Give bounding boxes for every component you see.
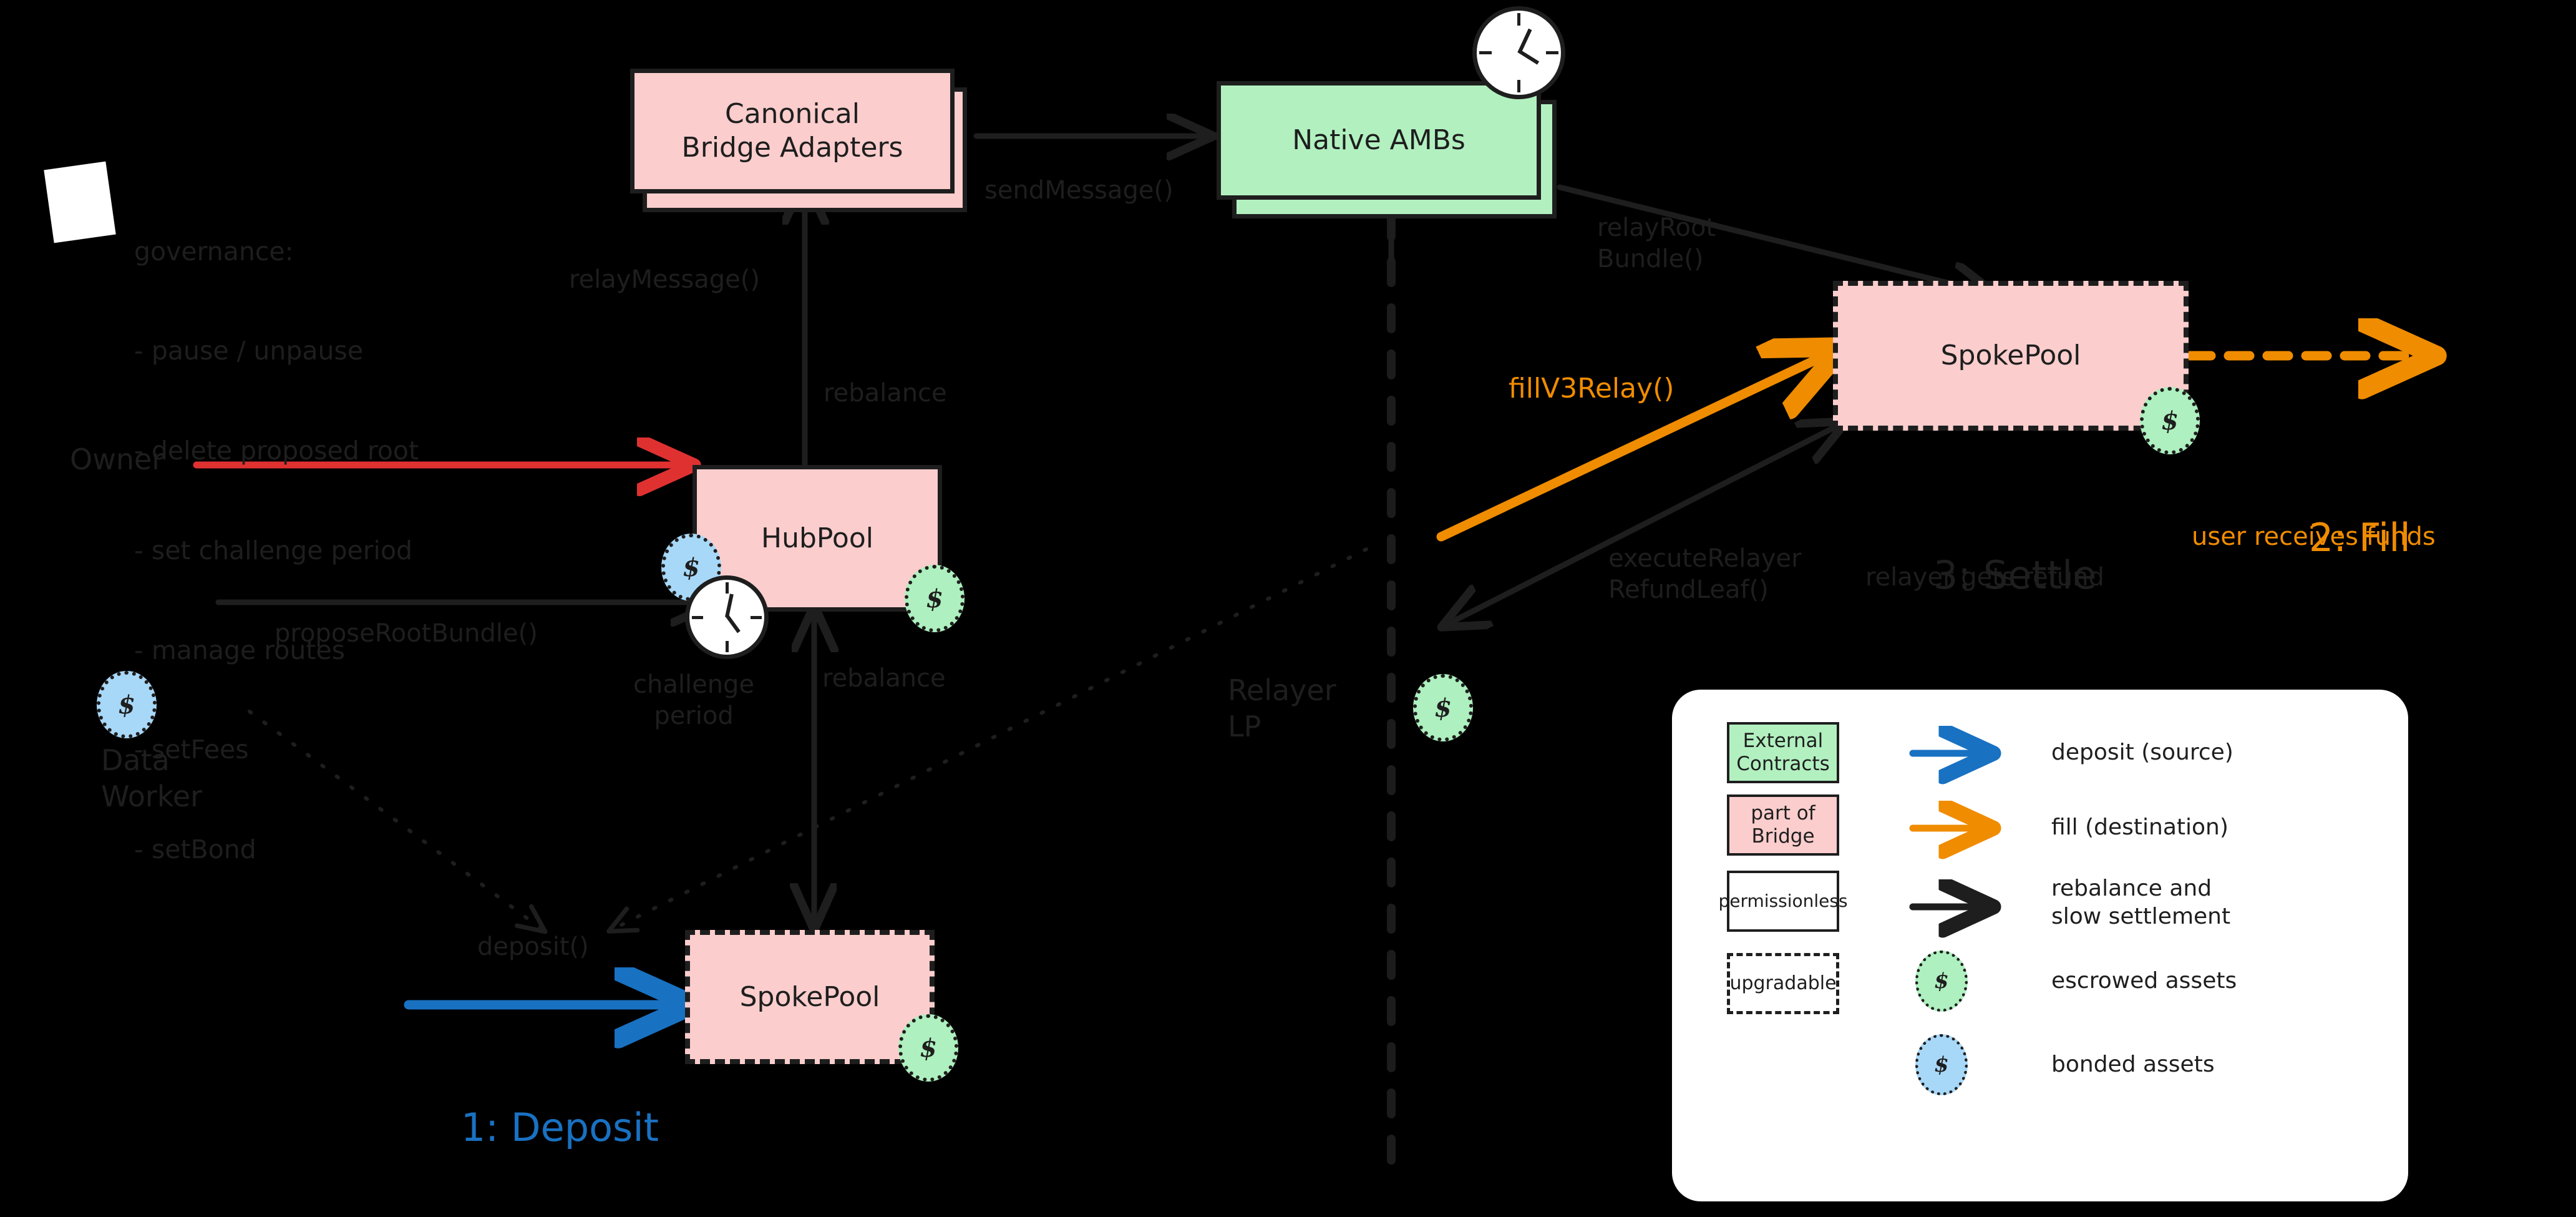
legend-swatch-upgradable-label: upgradable — [1729, 972, 1837, 994]
clock-icon-challenge-period — [685, 575, 769, 659]
governance-block: governance: - pause / unpause - delete p… — [134, 172, 419, 930]
label-relay-root-bundle: relayRoot Bundle() — [1597, 213, 1716, 273]
label-send-message: sendMessage() — [984, 176, 1174, 205]
governance-item-2: - set challenge period — [134, 535, 413, 565]
legend-swatch-external-contracts-label: External Contracts — [1736, 729, 1830, 775]
legend-key-bonded-assets: bonded assets — [2051, 1052, 2215, 1077]
label-rebalance-bottom: rebalance — [822, 664, 946, 693]
label-rebalance-top: rebalance — [824, 379, 947, 408]
relayer-lp-escrow-asset: $ — [1413, 674, 1473, 741]
legend-key-rebalance: rebalance and slow settlement — [2051, 876, 2231, 930]
native-ambs[interactable]: Native AMBs — [1217, 81, 1541, 200]
legend-swatch-part-of-bridge-label: part of Bridge — [1751, 801, 1815, 848]
escrow-symbol: $ — [926, 584, 943, 613]
legend-key-deposit: deposit (source) — [2051, 740, 2233, 765]
governance-title: governance: — [134, 236, 294, 266]
legend-swatch-permissionless-label: permissionless — [1718, 891, 1848, 912]
actor-relayer-lp: Relayer LP — [1228, 673, 1336, 743]
governance-item-1: - delete proposed root — [134, 436, 419, 466]
legend-swatch-external-contracts: External Contracts — [1727, 722, 1839, 783]
spokepool-destination-escrow-asset: $ — [2140, 387, 2200, 454]
legend-key-fill: fill (destination) — [2051, 814, 2228, 840]
label-execute-relayer-refund-leaf: executeRelayer RefundLeaf() — [1608, 544, 1802, 604]
label-propose-root-bundle: proposeRootBundle() — [275, 619, 538, 648]
governance-item-0: - pause / unpause — [134, 336, 364, 366]
legend-dot-escrow-symbol: $ — [1934, 969, 1949, 994]
legend-key-escrowed-assets: escrowed assets — [2051, 968, 2237, 994]
escrow-symbol-lp: $ — [1434, 693, 1452, 723]
escrow-symbol-src: $ — [920, 1033, 937, 1063]
spokepool-destination-label: SpokePool — [1940, 340, 2081, 372]
legend-swatch-part-of-bridge: part of Bridge — [1727, 794, 1839, 856]
legend-swatch-permissionless: permissionless — [1718, 871, 1848, 932]
bond-symbol: $ — [683, 552, 700, 582]
step-3-settle-subtitle: relayer gets refund — [1865, 563, 2104, 592]
step-2-fill-subtitle: user receives funds — [2192, 522, 2436, 551]
native-ambs-label: Native AMBs — [1292, 124, 1465, 157]
governance-item-5: - setBond — [134, 834, 256, 864]
actor-data-worker: Data Worker — [101, 743, 203, 813]
step-1-deposit: 1: Deposit — [412, 1055, 659, 1200]
step-1-title: 1: Deposit — [460, 1104, 659, 1150]
bond-symbol-dw: $ — [118, 690, 135, 720]
legend-dot-escrowed-assets: $ — [1915, 951, 1968, 1012]
label-relay-message: relayMessage() — [569, 265, 760, 294]
escrow-symbol-dest: $ — [2161, 406, 2179, 436]
legend-panel: External Contracts part of Bridge permis… — [1672, 690, 2408, 1201]
label-challenge-period: challenge period — [633, 670, 755, 730]
canonical-bridge-adapters[interactable]: Canonical Bridge Adapters — [630, 69, 955, 193]
legend-dot-bond-symbol: $ — [1934, 1052, 1949, 1077]
label-deposit: deposit() — [477, 932, 589, 961]
sticky-note — [44, 161, 116, 243]
legend-dot-bonded-assets: $ — [1915, 1034, 1968, 1095]
label-fill-v3-relay: fillV3Relay() — [1509, 373, 1674, 404]
legend-swatch-upgradable: upgradable — [1727, 953, 1839, 1014]
clock-icon-ambs — [1472, 6, 1565, 99]
hubpool-escrow-asset: $ — [905, 565, 965, 632]
diagram-canvas: governance: - pause / unpause - delete p… — [0, 0, 2576, 1217]
hubpool-label: HubPool — [761, 522, 873, 554]
data-worker-bonded-asset: $ — [97, 671, 157, 738]
spokepool-destination[interactable]: SpokePool — [1833, 281, 2189, 431]
spokepool-source-label: SpokePool — [739, 980, 880, 1013]
canonical-bridge-adapters-label: Canonical Bridge Adapters — [681, 98, 903, 164]
spokepool-source-escrow-asset: $ — [898, 1014, 958, 1082]
spokepool-source[interactable]: SpokePool — [685, 930, 935, 1064]
actor-owner: Owner — [70, 442, 164, 476]
